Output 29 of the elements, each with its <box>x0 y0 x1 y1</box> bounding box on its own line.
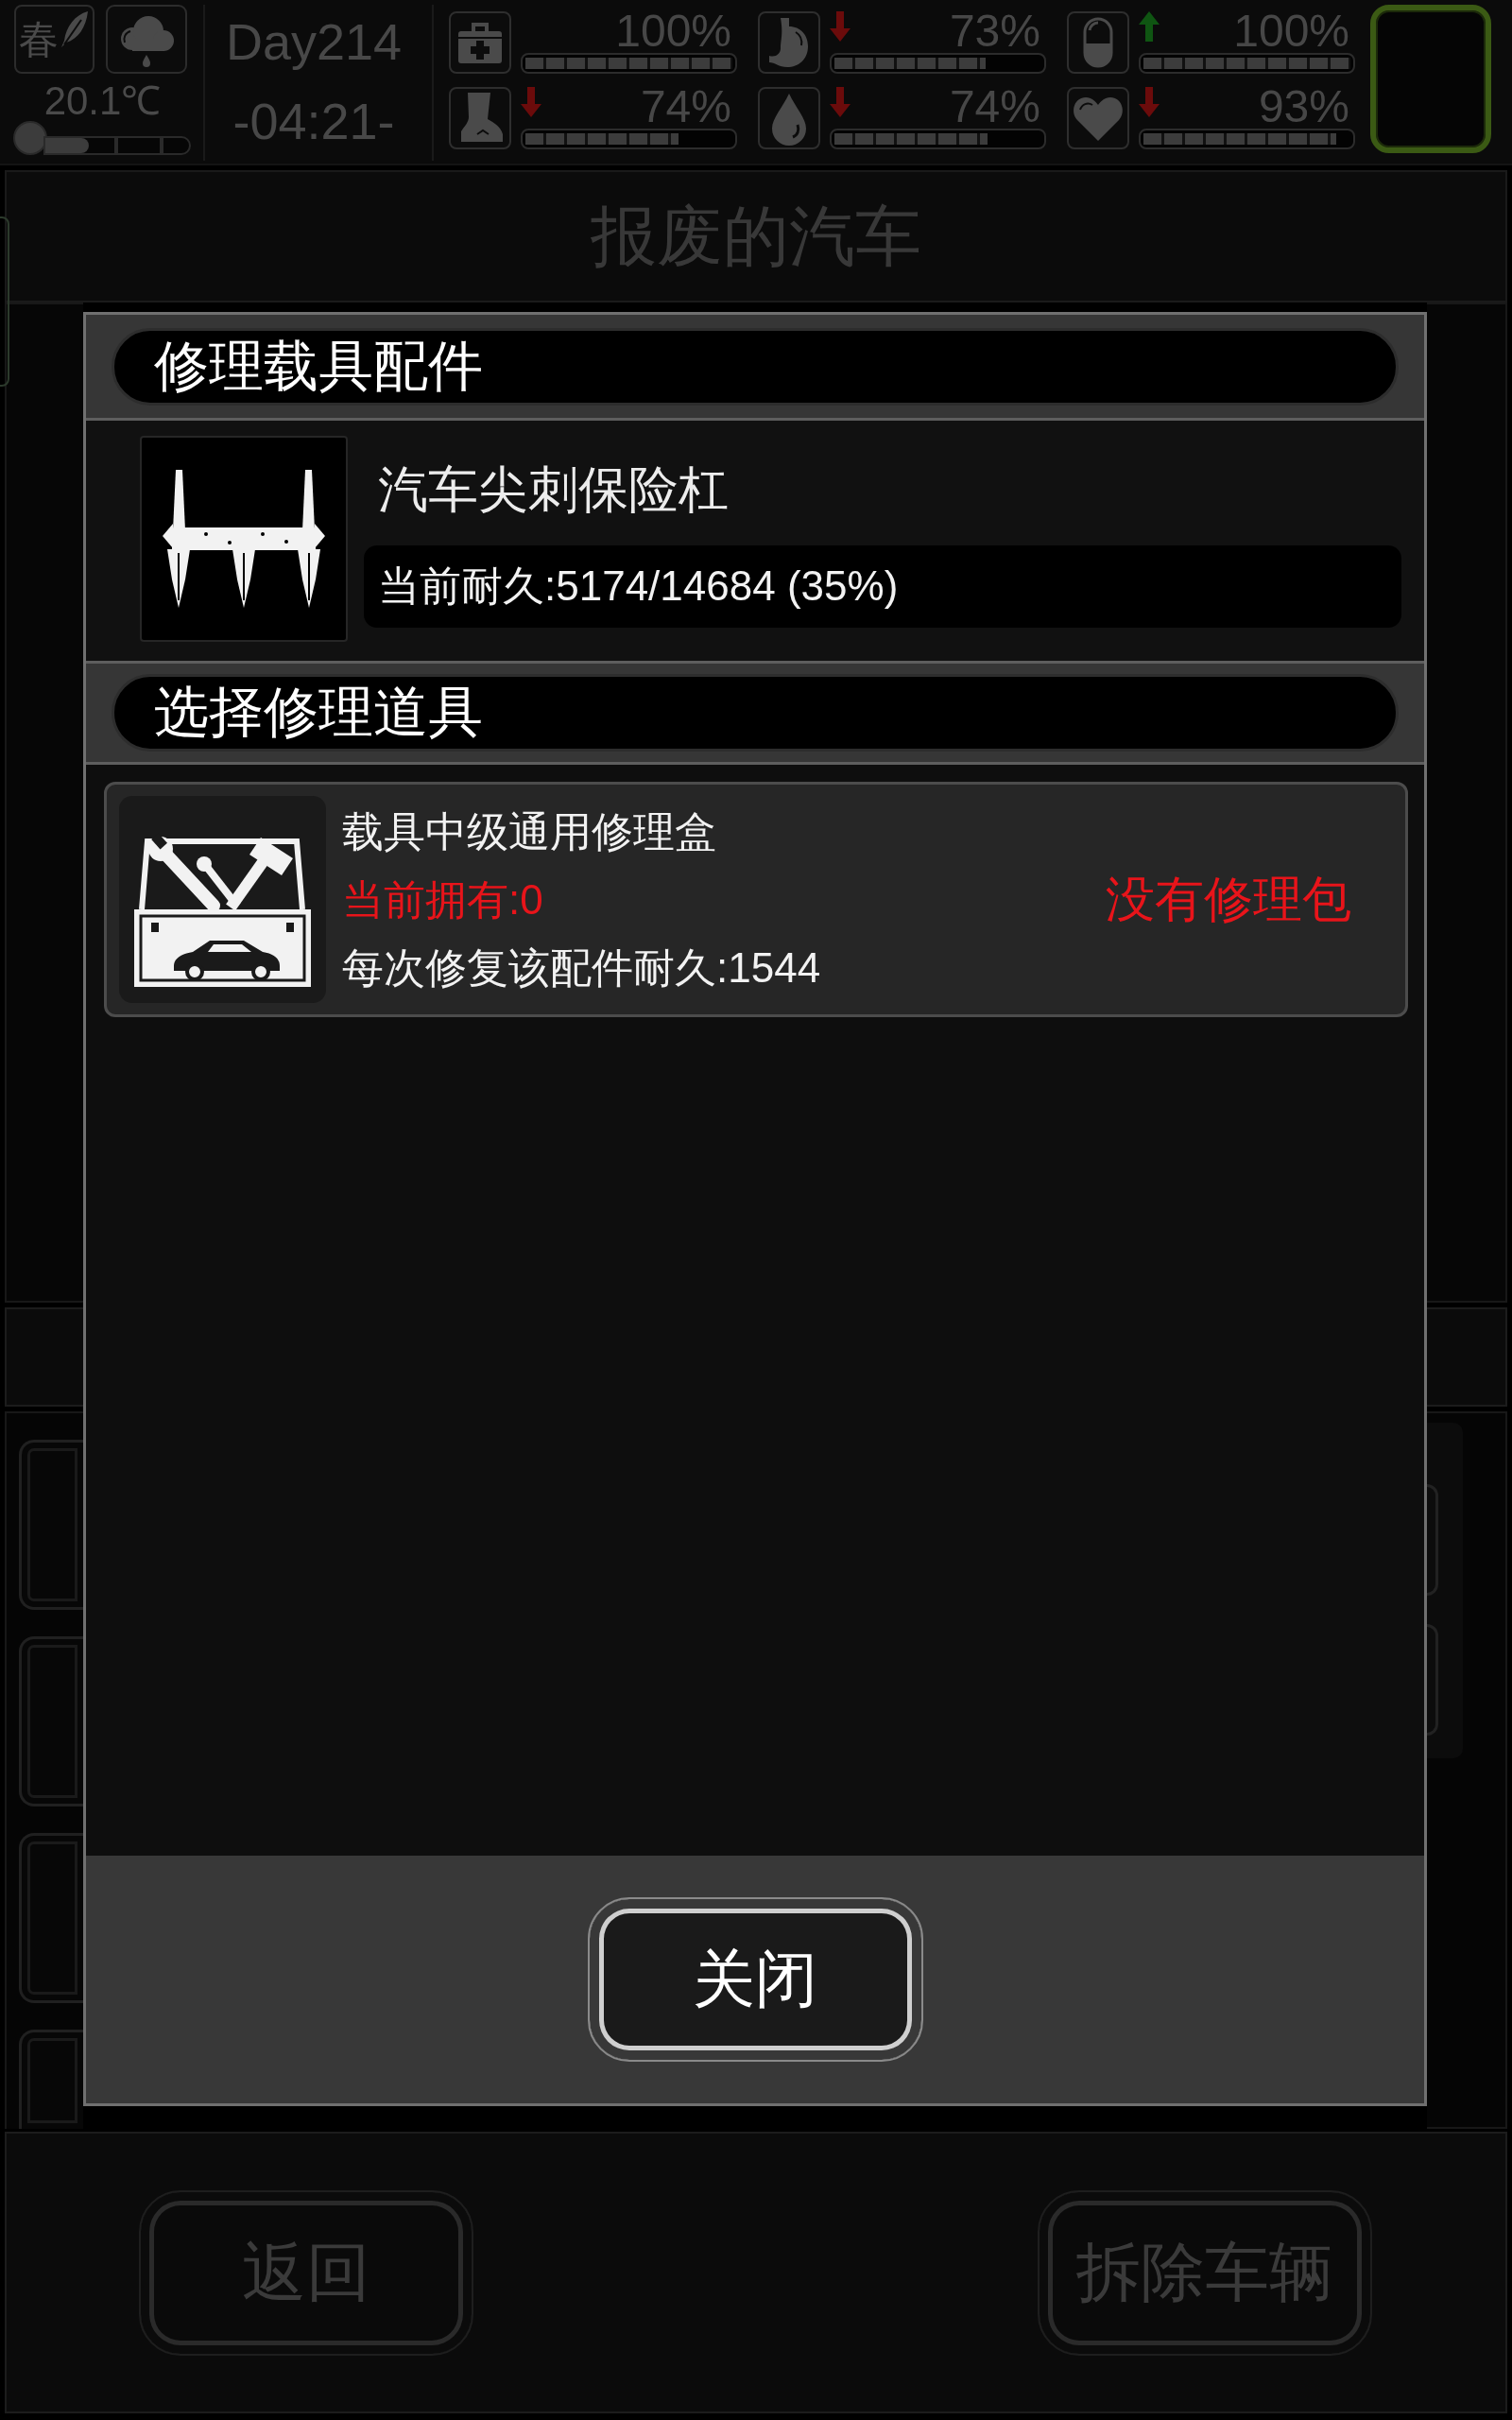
stat-percent: 100% <box>615 11 731 51</box>
drop-icon <box>758 87 820 149</box>
part-name: 汽车尖刺保险杠 <box>377 459 730 520</box>
stat-percent: 100% <box>1233 11 1349 51</box>
rain-cloud-icon <box>106 5 187 74</box>
temperature-label: 20.1℃ <box>43 81 162 121</box>
feather-icon <box>60 10 89 48</box>
item-name: 载具中级通用修理盒 <box>342 806 717 856</box>
close-button[interactable]: 关闭 <box>587 1897 923 2062</box>
spiked-bumper-icon <box>140 436 348 642</box>
kit-status: 没有修理包 <box>1106 869 1351 929</box>
stat-percent: 93% <box>1258 87 1349 127</box>
repair-kit-item[interactable]: 载具中级通用修理盒 当前拥有:0 每次修复该配件耐久:1544 没有修理包 <box>104 782 1408 1017</box>
section-header: 选择修理道具 <box>112 674 1399 752</box>
season-label: 春 <box>19 19 59 60</box>
day-counter: Day214 <box>225 12 403 71</box>
repair-amount: 每次修复该配件耐久:1544 <box>342 942 821 993</box>
section-header: 修理载具配件 <box>112 328 1399 406</box>
stat-percent: 73% <box>949 11 1040 51</box>
toolbox-icon <box>119 796 326 1003</box>
clock-time: -04:21- <box>232 92 395 150</box>
boot-icon <box>449 87 511 149</box>
stomach-icon <box>758 11 820 74</box>
stat-percent: 74% <box>949 87 1040 127</box>
owned-count: 当前拥有:0 <box>342 874 544 925</box>
medkit-icon <box>449 11 511 74</box>
capsule-icon <box>1067 11 1129 74</box>
stat-percent: 74% <box>640 87 731 127</box>
durability-readout: 当前耐久:5174/14684 (35%) <box>364 545 1401 628</box>
